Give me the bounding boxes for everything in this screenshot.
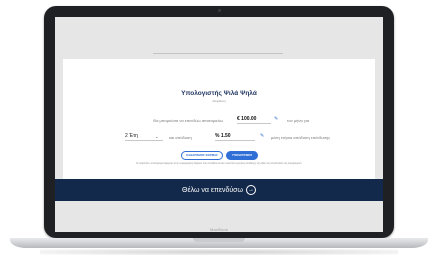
calculator-card: Υπολογιστής Ψιλά Ψηλά Ασφάλιση Θα μπορού… <box>63 59 375 179</box>
page-subtitle: Ασφάλιση <box>212 99 226 103</box>
edit-rate-icon[interactable]: ✎ <box>260 133 264 139</box>
sentence-part-4: μέση ετήσια απόδοση επένδυσης <box>271 135 331 140</box>
device-brand-label: MacBook <box>209 227 229 232</box>
disclaimer-text: Οι παραπάνω υπολογισμοί αφορούν στην συγ… <box>136 163 302 165</box>
duration-row: 2 Έτη ⌄ και απόδοση % 1.50 ✎ μέση ετήσια… <box>63 133 375 143</box>
divider <box>153 53 283 54</box>
rate-field[interactable]: % 1.50 <box>215 133 255 141</box>
laptop-screen: Υπολογιστής Ψιλά Ψηλά Ασφάλιση Θα μπορού… <box>55 17 383 232</box>
laptop-base <box>10 238 428 248</box>
page-title: Υπολογιστής Ψιλά Ψηλά <box>181 90 257 97</box>
calculate-button[interactable]: ΥΠΟΛΟΓΙΣΜΟΣ <box>226 151 258 160</box>
sentence-part-2: τον μήνα για <box>287 118 310 123</box>
sentence-part-3: και απόδοση <box>169 135 192 140</box>
cta-banner: Θέλω να επενδύσω → <box>55 179 383 201</box>
invest-cta-label[interactable]: Θέλω να επενδύσω <box>182 187 243 194</box>
invest-cta[interactable]: Θέλω να επενδύσω → <box>55 185 383 195</box>
amount-field[interactable]: € 100.00 <box>237 116 271 124</box>
chevron-down-icon[interactable]: ⌄ <box>155 134 158 139</box>
laptop-lid: Υπολογιστής Ψιλά Ψηλά Ασφάλιση Θα μπορού… <box>44 6 394 238</box>
amount-row: Θα μπορούσα να επενδύω αποταμιεύω € 100.… <box>63 116 375 126</box>
edit-amount-icon[interactable]: ✎ <box>274 116 278 122</box>
camera-icon <box>218 9 221 12</box>
base-notch <box>193 238 245 242</box>
reset-button[interactable]: ΚΑΘΑΡΙΣΜΟΣ ΦΟΡΜΑΣ <box>181 151 223 160</box>
sentence-part-1: Θα μπορούσα να επενδύω αποταμιεύω <box>153 118 224 123</box>
arrow-right-icon[interactable]: → <box>245 185 256 195</box>
laptop-shadow <box>40 249 398 255</box>
